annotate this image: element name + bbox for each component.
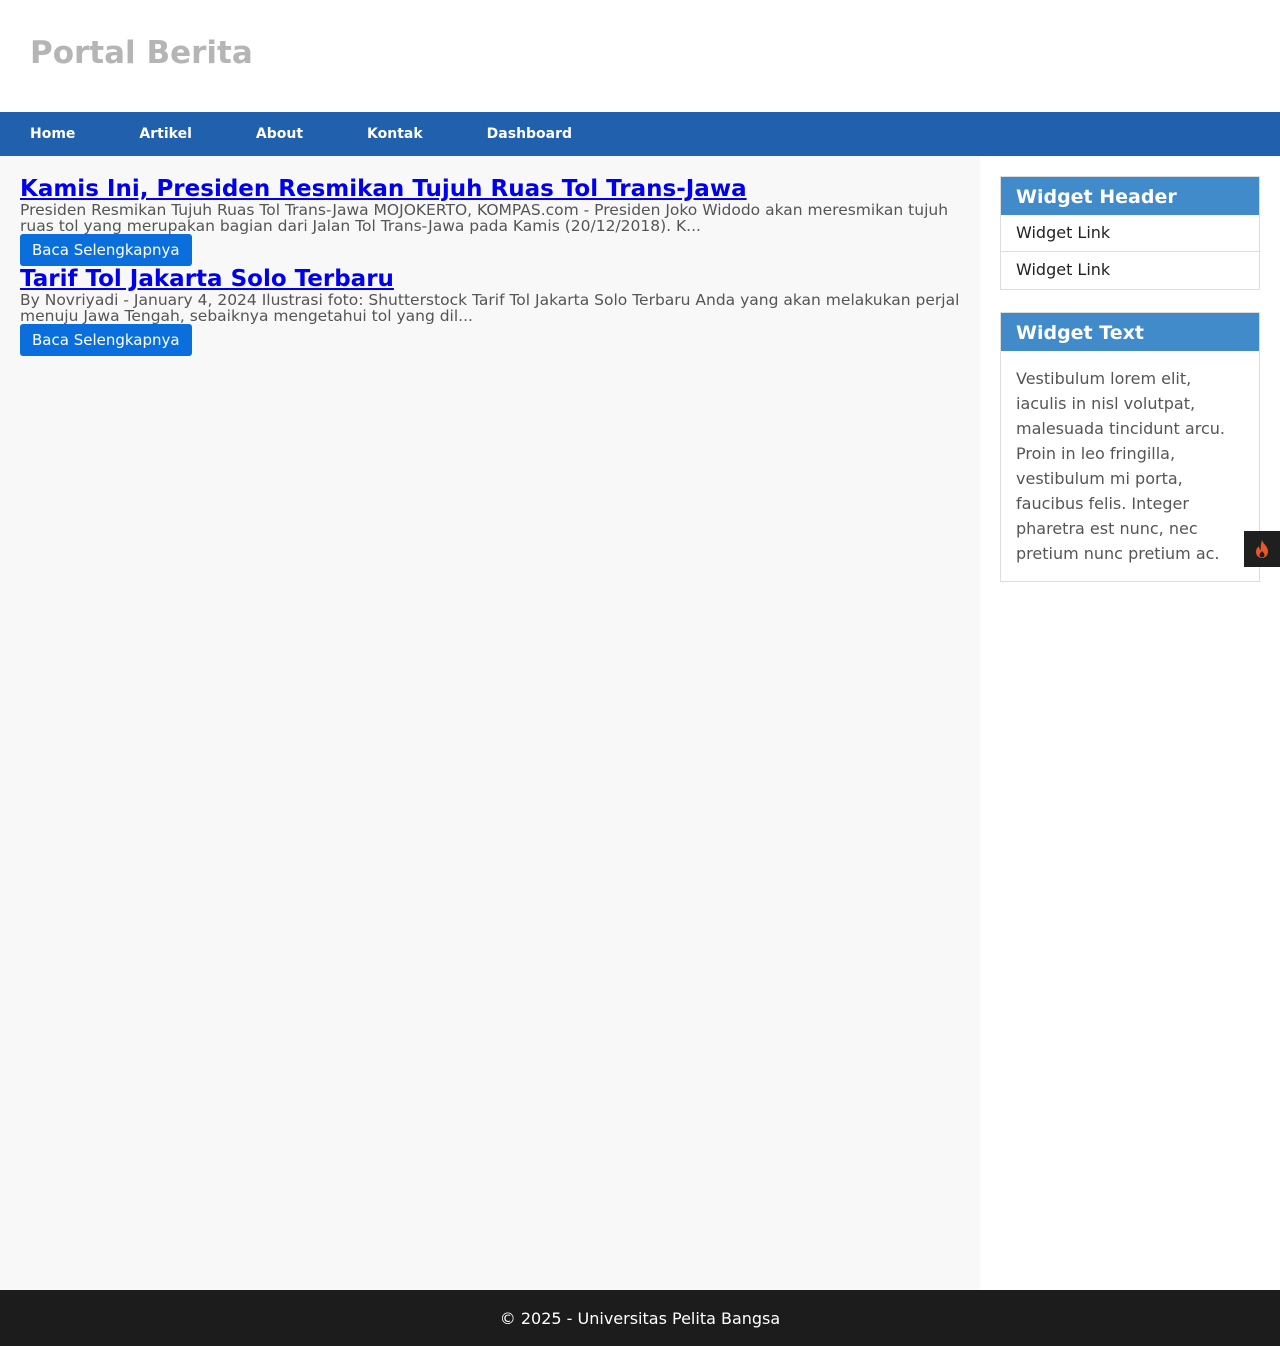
sidebar: Widget Header Widget Link Widget Link Wi… (980, 156, 1280, 1290)
article-excerpt: Presiden Resmikan Tujuh Ruas Tol Trans-J… (20, 202, 960, 234)
site-title: Portal Berita (30, 35, 253, 71)
site-footer: © 2025 - Universitas Pelita Bangsa (0, 1290, 1280, 1346)
debug-toolbar-toggle[interactable] (1244, 531, 1280, 567)
article-excerpt-line: ruas tol yang merupakan bagian dari Jala… (20, 217, 701, 234)
read-more-button[interactable]: Baca Selengkapnya (20, 324, 192, 356)
nav-item-dashboard[interactable]: Dashboard (487, 126, 572, 142)
main-content: Kamis Ini, Presiden Resmikan Tujuh Ruas … (0, 156, 980, 1290)
content-layout: Kamis Ini, Presiden Resmikan Tujuh Ruas … (0, 156, 1280, 1290)
main-nav: Home Artikel About Kontak Dashboard (0, 112, 1280, 156)
article-title-link[interactable]: Kamis Ini, Presiden Resmikan Tujuh Ruas … (20, 176, 960, 202)
read-more-button[interactable]: Baca Selengkapnya (20, 234, 192, 266)
widget-link[interactable]: Widget Link (1001, 252, 1259, 289)
nav-item-kontak[interactable]: Kontak (367, 126, 423, 142)
article-excerpt: By Novriyadi - January 4, 2024 Ilustrasi… (20, 292, 960, 324)
nav-item-home[interactable]: Home (30, 126, 75, 142)
widget-text-title: Widget Text (1001, 313, 1259, 351)
article-item: Kamis Ini, Presiden Resmikan Tujuh Ruas … (20, 176, 960, 266)
article-item: Tarif Tol Jakarta Solo Terbaru By Novriy… (20, 266, 960, 356)
flame-icon (1256, 540, 1268, 558)
widget-link[interactable]: Widget Link (1001, 215, 1259, 252)
nav-item-artikel[interactable]: Artikel (139, 126, 191, 142)
footer-copyright: © 2025 - Universitas Pelita Bangsa (499, 1308, 781, 1328)
site-header: Portal Berita (0, 0, 1280, 112)
nav-item-about[interactable]: About (256, 126, 303, 142)
widget-text-body: Vestibulum lorem elit, iaculis in nisl v… (1016, 369, 1225, 563)
article-excerpt-line: By Novriyadi - January 4, 2024 Ilustrasi… (20, 292, 960, 309)
article-title-link[interactable]: Tarif Tol Jakarta Solo Terbaru (20, 266, 960, 292)
widget-text: Widget Text Vestibulum lorem elit, iacul… (1000, 312, 1260, 582)
widget-header-title: Widget Header (1001, 177, 1259, 215)
article-excerpt-line: menuju Jawa Tengah, sebaiknya mengetahui… (20, 307, 473, 324)
widget-links: Widget Header Widget Link Widget Link (1000, 176, 1260, 290)
article-excerpt-line: Presiden Resmikan Tujuh Ruas Tol Trans-J… (20, 202, 949, 219)
